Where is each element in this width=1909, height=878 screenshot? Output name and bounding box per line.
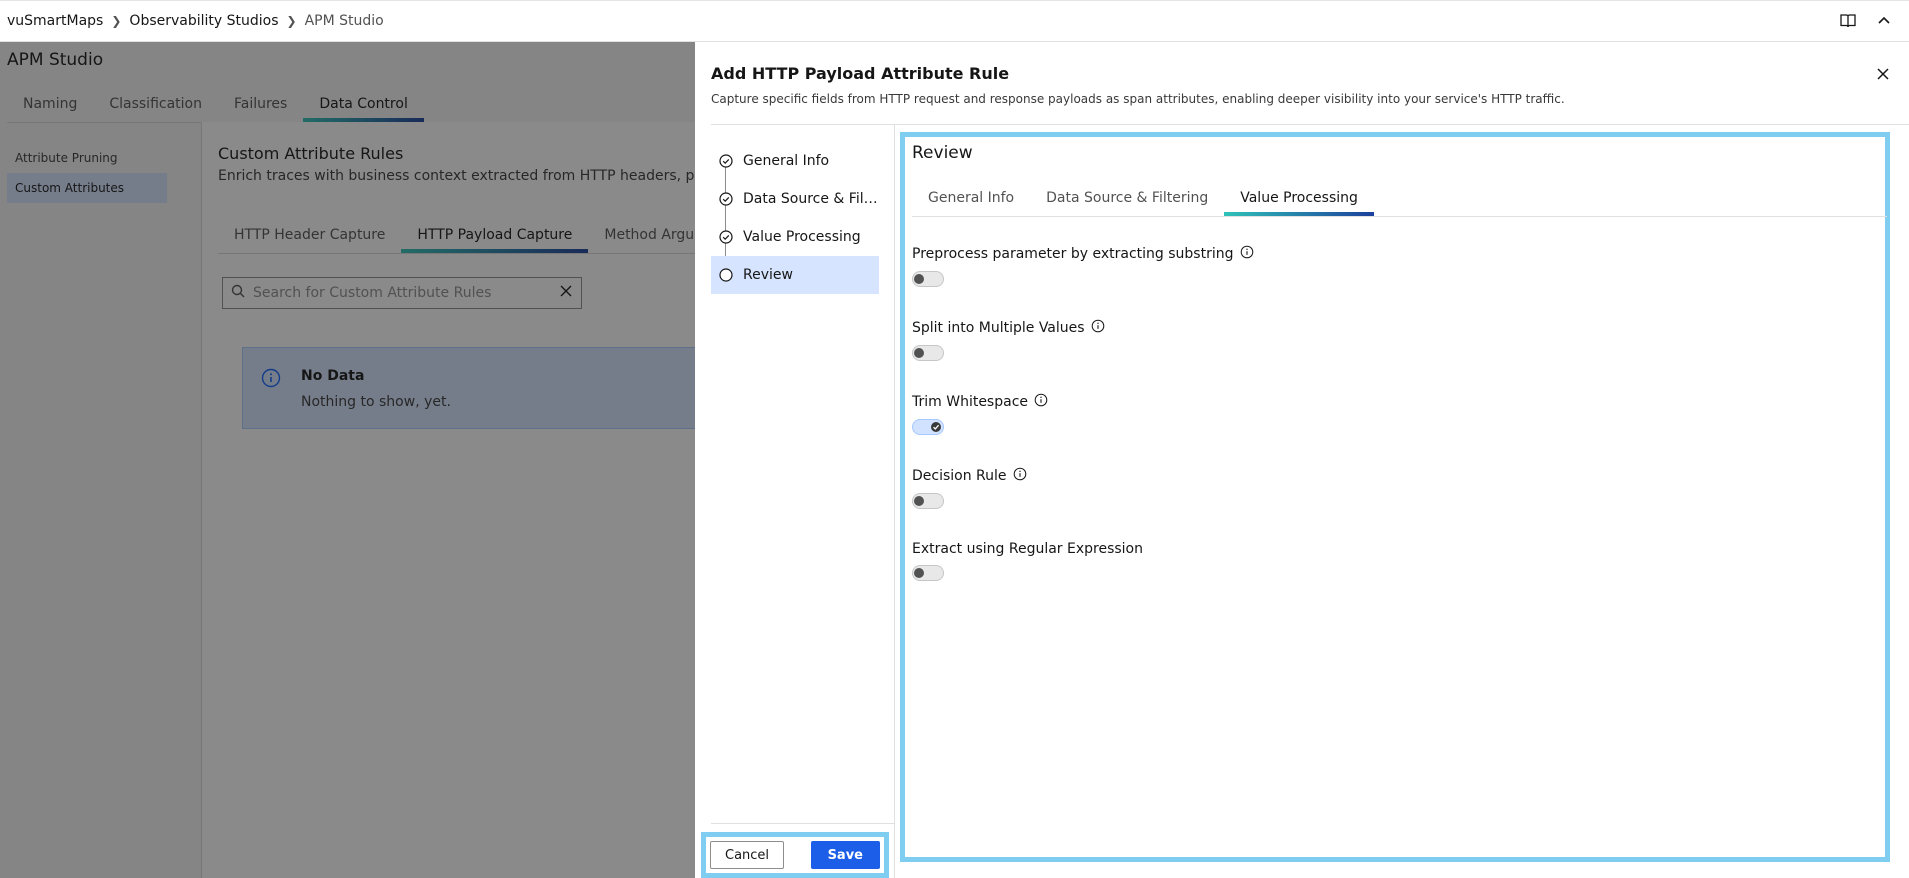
top-bar: vuSmartMaps ❯ Observability Studios ❯ AP…	[0, 0, 1909, 42]
breadcrumb-apm-studio: APM Studio	[304, 13, 384, 29]
review-panel: Review General Info Data Source & Filter…	[900, 132, 1890, 862]
review-tabs: General Info Data Source & Filtering Val…	[912, 184, 1374, 216]
chevron-right-icon: ❯	[111, 14, 122, 28]
field-label: Trim Whitespace	[912, 394, 1029, 410]
regex-toggle[interactable]	[912, 565, 944, 581]
step-review[interactable]: Review	[711, 256, 879, 294]
modal-title: Add HTTP Payload Attribute Rule	[711, 64, 1010, 83]
field-label: Split into Multiple Values	[912, 320, 1085, 336]
field-trim-whitespace: Trim Whitespace	[912, 393, 1048, 435]
step-general-info[interactable]: General Info	[711, 142, 879, 180]
field-decision-rule: Decision Rule	[912, 467, 1027, 509]
info-icon[interactable]	[1085, 319, 1105, 337]
close-icon[interactable]	[1873, 64, 1893, 84]
chevron-up-icon[interactable]	[1875, 12, 1893, 34]
modal-header-divider	[711, 124, 1909, 125]
modal-description: Capture specific fields from HTTP reques…	[711, 92, 1565, 106]
field-label: Decision Rule	[912, 468, 1007, 484]
steps-divider	[894, 124, 895, 878]
step-data-source[interactable]: Data Source & Filt...	[711, 180, 879, 218]
step-value-processing[interactable]: Value Processing	[711, 218, 879, 256]
breadcrumb-observability-studios[interactable]: Observability Studios	[129, 13, 278, 29]
field-label: Extract using Regular Expression	[912, 541, 1143, 557]
modal-footer: Cancel Save	[701, 832, 889, 878]
save-button[interactable]: Save	[810, 841, 880, 869]
tab-value-processing[interactable]: Value Processing	[1224, 184, 1374, 216]
breadcrumb-vusmartmaps[interactable]: vuSmartMaps	[7, 13, 103, 29]
tab-data-source-filtering[interactable]: Data Source & Filtering	[1030, 184, 1224, 216]
split-toggle[interactable]	[912, 345, 944, 361]
book-icon[interactable]	[1839, 12, 1857, 34]
footer-divider	[711, 823, 894, 824]
breadcrumb: vuSmartMaps ❯ Observability Studios ❯ AP…	[0, 13, 384, 29]
progress-steps: General Info Data Source & Filt... Value…	[711, 142, 879, 294]
chevron-right-icon: ❯	[286, 14, 297, 28]
field-regex-extract: Extract using Regular Expression	[912, 541, 1143, 581]
field-preprocess-substring: Preprocess parameter by extracting subst…	[912, 245, 1254, 287]
info-icon[interactable]	[1007, 467, 1027, 485]
info-icon[interactable]	[1234, 245, 1254, 263]
step-label: Review	[743, 267, 793, 283]
step-label: General Info	[743, 153, 830, 169]
review-tab-divider	[912, 216, 1887, 217]
step-label: Data Source & Filt...	[743, 191, 879, 207]
step-label: Value Processing	[743, 229, 861, 245]
review-title: Review	[912, 143, 973, 163]
preprocess-toggle[interactable]	[912, 271, 944, 287]
add-payload-rule-modal: Add HTTP Payload Attribute Rule Capture …	[695, 42, 1909, 878]
trim-whitespace-toggle[interactable]	[912, 419, 944, 435]
info-icon[interactable]	[1028, 393, 1048, 411]
field-split-multiple-values: Split into Multiple Values	[912, 319, 1105, 361]
field-label: Preprocess parameter by extracting subst…	[912, 246, 1234, 262]
tab-general-info[interactable]: General Info	[912, 184, 1030, 216]
decision-rule-toggle[interactable]	[912, 493, 944, 509]
cancel-button[interactable]: Cancel	[710, 841, 785, 869]
